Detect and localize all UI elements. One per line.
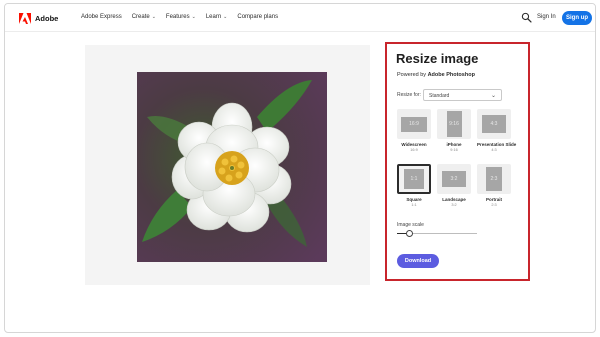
powered-by-brand: Adobe Photoshop [427, 72, 475, 78]
size-name: iPhone [446, 142, 462, 147]
image-scale-slider[interactable] [397, 230, 477, 238]
size-ratio-preview: 4:3 [482, 115, 506, 133]
size-ratio-preview: 3:2 [442, 171, 466, 187]
chevron-down-icon: ⌄ [151, 14, 156, 20]
search-icon[interactable] [521, 12, 532, 23]
chevron-down-icon: ⌄ [191, 14, 196, 20]
size-thumbnail: 9:16 [437, 109, 471, 139]
size-ratio: 3:2 [451, 203, 457, 207]
size-thumbnail: 16:9 [397, 109, 431, 139]
nav-link-label: Adobe Express [81, 14, 122, 20]
size-ratio-preview: 1:1 [404, 169, 424, 189]
size-ratio: 1:1 [411, 203, 417, 207]
nav-link-label: Learn [205, 14, 222, 20]
adobe-logo-icon [19, 13, 31, 24]
brand-name: Adobe [35, 14, 59, 23]
nav-link-adobe-express[interactable]: Adobe Express [81, 14, 122, 20]
sign-in-link[interactable]: Sign In [537, 14, 556, 20]
size-name: Widescreen [401, 142, 427, 147]
size-ratio-preview: 16:9 [401, 116, 427, 132]
size-ratio: 16:9 [410, 148, 418, 152]
size-name: Landscape [442, 197, 466, 202]
chevron-down-icon: ⌄ [490, 93, 496, 99]
image-preview-area [85, 45, 370, 285]
size-thumbnail: 2:3 [477, 164, 511, 194]
nav-link-label: Compare plans [237, 14, 279, 20]
size-ratio: 9:16 [450, 148, 458, 152]
nav-link-learn[interactable]: Learn ⌄ [206, 14, 228, 20]
flower-photo [137, 72, 327, 262]
panel-title: Resize image [396, 51, 479, 66]
download-button[interactable]: Download [397, 254, 439, 268]
resize-panel: Resize image Powered by Adobe Photoshop … [385, 42, 530, 281]
resize-for-select[interactable]: Standard ⌄ [423, 89, 502, 101]
nav-link-label: Features [165, 14, 190, 20]
size-thumbnail: 4:3 [477, 109, 511, 139]
size-ratio-preview: 2:3 [486, 167, 502, 191]
slider-thumb[interactable] [405, 230, 413, 237]
powered-by: Powered by Adobe Photoshop [397, 72, 475, 78]
size-option-landscape[interactable]: 3:2 Landscape 3:2 [437, 164, 471, 207]
size-thumbnail: 1:1 [397, 164, 431, 194]
resize-for-label: Resize for: [397, 92, 421, 98]
size-option-widescreen[interactable]: 16:9 Widescreen 16:9 [397, 109, 431, 152]
size-name: Presentation Slide [477, 142, 517, 147]
chevron-down-icon: ⌄ [223, 14, 228, 20]
size-thumbnail: 3:2 [437, 164, 471, 194]
nav-link-label: Create [131, 14, 150, 20]
size-ratio: 4:3 [491, 148, 497, 152]
nav-links: Adobe Express Create ⌄ Features ⌄ Learn ⌄ Compa… [81, 14, 278, 20]
adobe-logo[interactable]: Adobe [19, 13, 58, 24]
size-name: Portrait [485, 197, 502, 202]
nav-link-features[interactable]: Features ⌄ [166, 14, 196, 20]
sign-up-button[interactable]: Sign up [562, 11, 592, 25]
size-ratio: 2:3 [491, 203, 497, 207]
powered-by-prefix: Powered by [397, 72, 427, 78]
top-nav: Adobe Adobe Express Create ⌄ Features ⌄ Learn… [5, 4, 595, 32]
browser-frame: Adobe Adobe Express Create ⌄ Features ⌄ Learn… [4, 3, 596, 333]
size-option-portrait[interactable]: 2:3 Portrait 2:3 [477, 164, 511, 207]
resize-for-value: Standard [429, 93, 450, 99]
image-scale-label: Image scale [397, 222, 424, 228]
nav-link-compare-plans[interactable]: Compare plans [237, 14, 278, 20]
size-option-iphone[interactable]: 9:16 iPhone 9:16 [437, 109, 471, 152]
slider-fill [397, 233, 406, 235]
size-name: Square [406, 197, 422, 202]
nav-link-create[interactable]: Create ⌄ [132, 14, 156, 20]
size-ratio-preview: 9:16 [446, 111, 462, 137]
size-option-square[interactable]: 1:1 Square 1:1 [397, 164, 431, 207]
size-option-presentation-slide[interactable]: 4:3 Presentation Slide 4:3 [477, 109, 517, 152]
